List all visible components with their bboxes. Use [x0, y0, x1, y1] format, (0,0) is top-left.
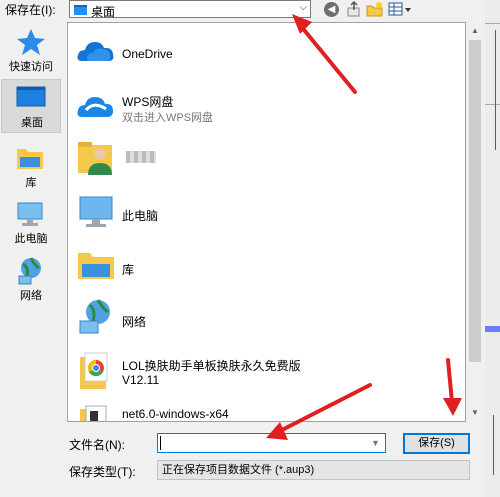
- list-item-user-folder[interactable]: [72, 133, 452, 183]
- vertical-scrollbar[interactable]: ▲ ▼: [467, 22, 484, 422]
- new-folder-icon: [366, 2, 383, 17]
- place-network[interactable]: 网络: [1, 253, 61, 307]
- item-name: 网络: [122, 315, 147, 329]
- filename-input[interactable]: [157, 433, 386, 453]
- list-item-library[interactable]: 库: [72, 241, 452, 291]
- scroll-down-icon[interactable]: ▼: [471, 408, 479, 417]
- bg-blue-bar: [485, 326, 500, 332]
- toolbar: 保存在(I): 桌面 ⌵ ◀: [0, 0, 500, 20]
- library-folder-icon: [78, 253, 114, 279]
- bg-gridline: [485, 104, 500, 105]
- wps-cloud-icon: [77, 97, 113, 117]
- list-item-network[interactable]: 网络: [72, 293, 452, 343]
- chevron-down-icon[interactable]: ⌵: [299, 2, 307, 13]
- item-name: OneDrive: [122, 47, 173, 61]
- places-bar: 快速访问 桌面 库 此电脑 网络: [0, 22, 64, 322]
- list-item-wps[interactable]: WPS网盘 双击进入WPS网盘: [72, 81, 452, 131]
- folder-icon: [80, 405, 107, 421]
- user-folder-icon: [78, 142, 112, 175]
- background-window-strip: [485, 0, 500, 497]
- scroll-thumb[interactable]: [469, 40, 481, 362]
- list-item-onedrive[interactable]: OneDrive: [72, 27, 452, 77]
- desktop-icon: [16, 86, 46, 107]
- chrome-folder-icon: [80, 352, 108, 389]
- up-folder-icon: [347, 0, 360, 17]
- back-arrow-icon: ◀: [324, 2, 339, 17]
- item-subtitle: 双击进入WPS网盘: [122, 112, 214, 124]
- bg-waveform-line: [493, 415, 494, 475]
- text-caret: [160, 436, 161, 450]
- place-label: 桌面: [21, 117, 43, 129]
- desktop-mini-icon: [74, 5, 87, 15]
- item-name: net6.0-windows-x64: [122, 407, 229, 421]
- filetype-select[interactable]: 正在保存项目数据文件 (*.aup3): [157, 460, 470, 480]
- new-folder-button[interactable]: [366, 1, 384, 18]
- item-name-blurred: [126, 151, 156, 163]
- place-label: 快速访问: [9, 61, 53, 73]
- place-library[interactable]: 库: [1, 140, 61, 194]
- bg-waveform-line: [495, 30, 496, 150]
- onedrive-cloud-icon: [77, 42, 114, 61]
- star-icon: [17, 29, 45, 55]
- filename-label: 文件名(N):: [69, 438, 125, 452]
- place-label: 此电脑: [14, 233, 48, 245]
- file-list[interactable]: OneDrive WPS网盘 双击进入WPS网盘 此电脑 库 网络 LOL换肤助…: [67, 22, 466, 422]
- list-item-lol-skin[interactable]: LOL换肤助手单板换肤永久免费版 V12.11: [72, 347, 452, 397]
- view-menu-icon: [388, 2, 411, 16]
- item-name: 库: [122, 263, 135, 277]
- item-name: WPS网盘: [122, 95, 174, 109]
- place-quick-access[interactable]: 快速访问: [1, 24, 61, 78]
- network-icon: [79, 299, 110, 334]
- computer-icon: [17, 202, 43, 226]
- place-label: 网络: [20, 290, 42, 302]
- bg-gridline: [485, 23, 500, 24]
- library-folder-icon: [17, 149, 43, 169]
- location-combo[interactable]: 桌面 ⌵: [69, 0, 311, 19]
- item-subtitle: V12.11: [122, 373, 160, 387]
- location-value: 桌面: [91, 5, 116, 19]
- place-this-pc[interactable]: 此电脑: [1, 196, 61, 250]
- save-in-label: 保存在(I):: [5, 3, 56, 17]
- computer-icon: [79, 196, 113, 227]
- save-form: 文件名(N): ▼ 保存(S) 保存类型(T): 正在保存项目数据文件 (*.a…: [0, 424, 485, 497]
- view-menu-button[interactable]: [388, 1, 414, 18]
- place-label: 库: [25, 177, 37, 189]
- list-item-net6[interactable]: net6.0-windows-x64: [72, 399, 452, 421]
- back-button[interactable]: ◀: [323, 1, 341, 18]
- network-icon: [18, 257, 41, 285]
- filename-dropdown-icon[interactable]: ▼: [371, 438, 380, 448]
- scroll-up-icon[interactable]: ▲: [471, 26, 479, 35]
- item-name: LOL换肤助手单板换肤永久免费版: [122, 359, 301, 373]
- up-folder-button[interactable]: [345, 0, 363, 18]
- place-desktop[interactable]: 桌面: [1, 79, 61, 133]
- item-name: 此电脑: [122, 209, 159, 223]
- list-item-this-pc[interactable]: 此电脑: [72, 187, 452, 237]
- save-button[interactable]: 保存(S): [403, 433, 470, 454]
- filetype-label: 保存类型(T):: [69, 465, 136, 479]
